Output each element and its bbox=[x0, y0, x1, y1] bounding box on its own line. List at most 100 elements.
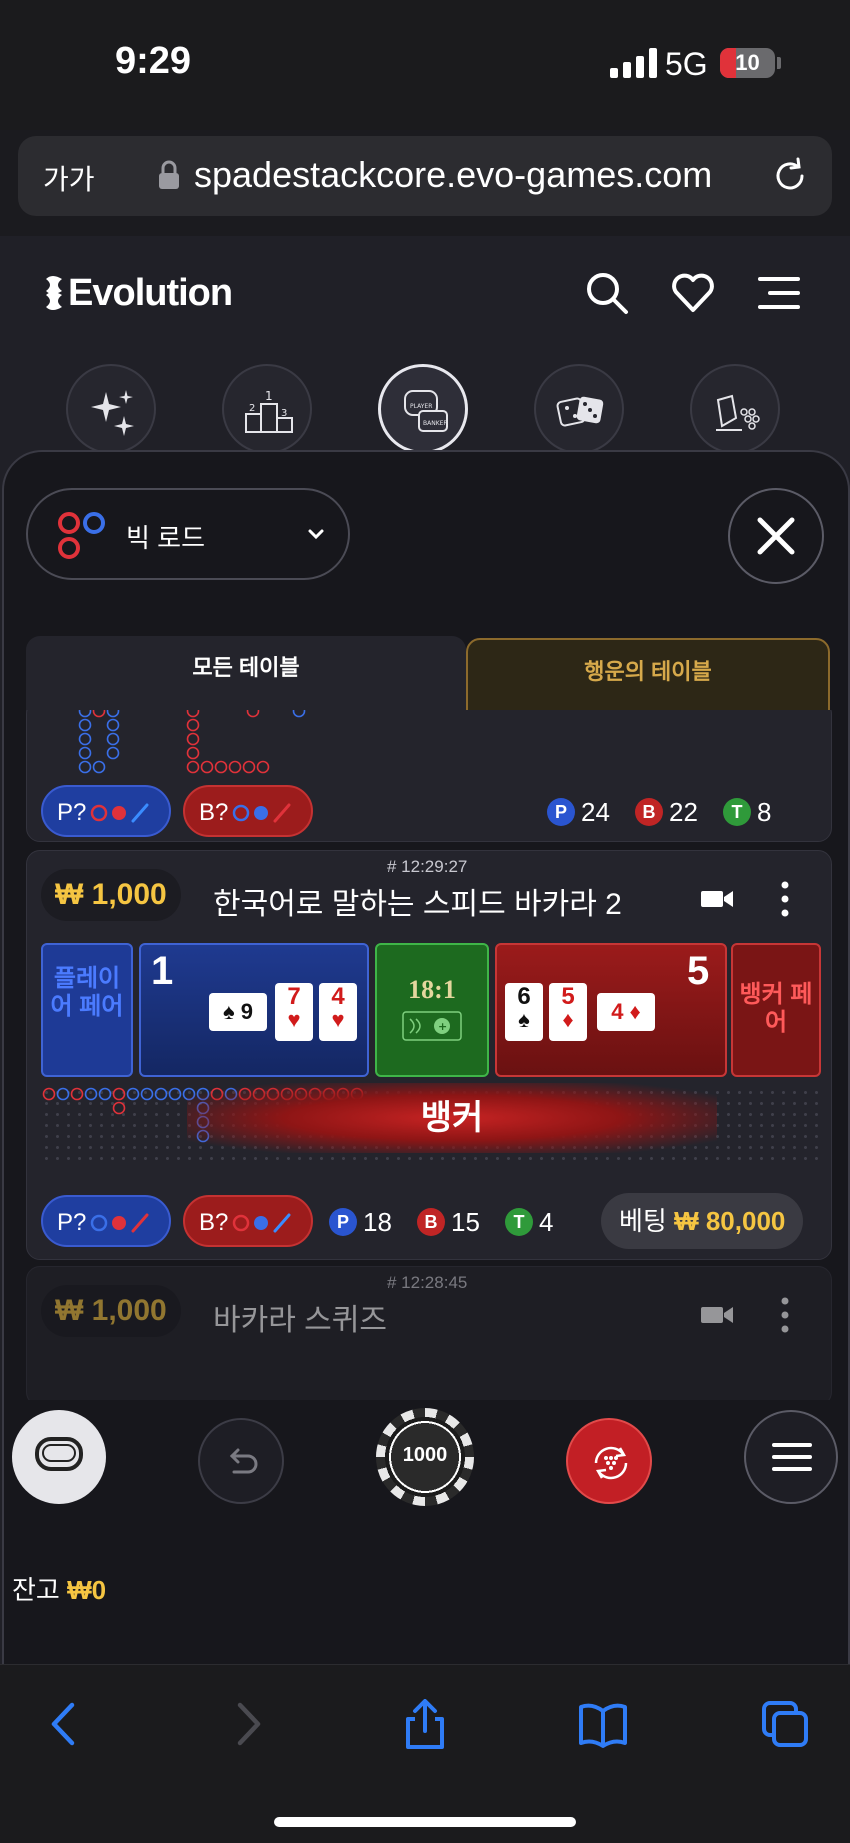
close-icon bbox=[757, 517, 795, 555]
round-id: # 12:29:27 bbox=[387, 857, 468, 876]
bookmarks-icon[interactable] bbox=[578, 1699, 628, 1749]
player-score: 1 bbox=[151, 949, 174, 993]
lobby-home-button[interactable] bbox=[12, 1410, 106, 1504]
tie-icon: + bbox=[402, 1011, 462, 1041]
address-bar[interactable]: 가가 spadestackcore.evo-games.com bbox=[18, 136, 832, 216]
svg-text:3: 3 bbox=[281, 408, 287, 419]
player-pair-predict-button[interactable]: P? bbox=[41, 1195, 171, 1247]
table-name: 한국어로 말하는 스피드 바카라 2 bbox=[213, 888, 622, 921]
tabs-icon[interactable] bbox=[760, 1699, 810, 1749]
signal-icon bbox=[610, 48, 657, 78]
big-road-icon bbox=[58, 512, 105, 559]
table-name: 바카라 스퀴즈 bbox=[213, 1304, 387, 1337]
search-icon[interactable] bbox=[584, 270, 630, 316]
round-result-banner: 뱅커 bbox=[187, 1083, 717, 1153]
home-indicator bbox=[274, 1817, 576, 1827]
table-card[interactable]: ₩ 1,000 # 12:28:45 바카라 스퀴즈 bbox=[26, 1266, 832, 1400]
banker-pair-predict-button[interactable]: B? bbox=[183, 1195, 313, 1247]
bet-total: 베팅 ₩ 80,000 bbox=[601, 1193, 804, 1249]
big-road-grid bbox=[78, 710, 306, 774]
tab-lucky-tables[interactable]: 행운의 테이블 bbox=[466, 638, 830, 714]
min-stake: ₩ 1,000 bbox=[41, 869, 181, 921]
heart-icon[interactable] bbox=[670, 270, 716, 316]
battery-icon: 10 bbox=[720, 48, 775, 78]
player-card: 4 ♥ bbox=[319, 983, 357, 1041]
category-baccarat[interactable]: PLAYER BANKER bbox=[378, 364, 468, 454]
player-card: 7 ♥ bbox=[275, 983, 313, 1041]
banker-bet[interactable]: 6 ♠ 5 ♦ 4 ♦ 5 bbox=[495, 943, 727, 1077]
predict-roads-icon bbox=[232, 803, 291, 823]
rebet-button[interactable] bbox=[566, 1418, 652, 1504]
banker-pair-predict-button[interactable]: B? bbox=[183, 785, 313, 837]
player-pair-predict-button[interactable]: P? bbox=[41, 785, 171, 837]
lock-icon bbox=[159, 160, 179, 189]
table-card[interactable]: P? B? P 24 B 22 T8 bbox=[26, 710, 832, 842]
roadmap-selector[interactable]: 빅 로드 bbox=[26, 488, 350, 580]
category-dice[interactable] bbox=[534, 364, 624, 454]
status-time: 9:29 bbox=[115, 40, 192, 82]
tie-bet[interactable]: 18:1 + bbox=[375, 943, 489, 1077]
rebet-icon bbox=[594, 1446, 628, 1480]
svg-text:2: 2 bbox=[249, 403, 255, 414]
hamburger-icon bbox=[772, 1443, 812, 1471]
podium-icon: 1 2 3 bbox=[245, 389, 293, 433]
predict-roads-icon bbox=[90, 803, 149, 823]
banker-card: 6 ♠ bbox=[505, 983, 543, 1041]
video-icon[interactable] bbox=[701, 889, 733, 909]
banker-card: 5 ♦ bbox=[549, 983, 587, 1041]
banker-win-count: B 15 bbox=[417, 1205, 480, 1238]
category-top-games[interactable]: 1 2 3 bbox=[222, 364, 312, 454]
category-top-picks[interactable] bbox=[66, 364, 156, 454]
table-card[interactable]: ₩ 1,000 # 12:29:27 한국어로 말하는 스피드 바카라 2 플레… bbox=[26, 850, 832, 1260]
undo-button[interactable] bbox=[198, 1418, 284, 1504]
banker-third-card: 4 ♦ bbox=[597, 993, 655, 1031]
table-list: P? B? P 24 B 22 T8 ₩ 1,000 # 12:29:27 한국어로… bbox=[26, 710, 832, 1400]
category-roulette[interactable] bbox=[690, 364, 780, 454]
brand-name: Evolution bbox=[68, 272, 233, 314]
sparkle-icon bbox=[91, 390, 134, 436]
player-bet[interactable]: 1 ♠ 9 7 ♥ 4 ♥ bbox=[139, 943, 369, 1077]
banker-win-count: B 22 bbox=[635, 795, 698, 828]
more-options-icon[interactable] bbox=[781, 881, 789, 917]
tie-count: T4 bbox=[505, 1205, 553, 1238]
video-icon[interactable] bbox=[701, 1305, 733, 1325]
tie-count: T8 bbox=[723, 795, 771, 828]
svg-text:BANKER: BANKER bbox=[423, 420, 448, 427]
roulette-icon bbox=[716, 394, 760, 431]
text-size-button[interactable]: 가가 bbox=[43, 158, 95, 198]
balance: 잔고 ₩0 bbox=[12, 1575, 107, 1605]
svg-text:PLAYER: PLAYER bbox=[410, 403, 432, 410]
svg-text:+: + bbox=[438, 1020, 447, 1033]
tie-payout: 18:1 bbox=[408, 975, 456, 1004]
svg-text:1: 1 bbox=[265, 389, 273, 403]
player-pair-bet[interactable]: 플레이어 페어 bbox=[41, 943, 133, 1077]
round-id: # 12:28:45 bbox=[387, 1273, 468, 1292]
banker-pair-bet[interactable]: 뱅커 페어 bbox=[731, 943, 821, 1077]
player-third-card: ♠ 9 bbox=[209, 993, 267, 1031]
undo-icon bbox=[229, 1448, 258, 1474]
status-bar: 9:29 5G 10 bbox=[0, 0, 850, 130]
forward-icon bbox=[237, 1702, 261, 1746]
predict-roads-icon bbox=[90, 1213, 149, 1233]
tab-all-tables[interactable]: 모든 테이블 bbox=[26, 636, 466, 712]
player-win-count: P 18 bbox=[329, 1205, 392, 1238]
predict-roads-icon bbox=[232, 1213, 291, 1233]
dice-icon bbox=[556, 396, 604, 427]
url-text[interactable]: spadestackcore.evo-games.com bbox=[194, 154, 712, 196]
player-win-count: P 24 bbox=[547, 795, 610, 828]
browser-toolbar bbox=[0, 1664, 850, 1843]
network-type: 5G bbox=[665, 46, 708, 82]
chip-value: 1000 bbox=[402, 1444, 448, 1466]
chip-selector[interactable]: 1000 bbox=[376, 1408, 474, 1506]
more-options-icon[interactable] bbox=[781, 1297, 789, 1333]
back-icon[interactable] bbox=[40, 1699, 90, 1749]
battery-level: 10 bbox=[735, 50, 760, 75]
close-button[interactable] bbox=[728, 488, 824, 584]
banker-score: 5 bbox=[687, 949, 710, 993]
game-menu-button[interactable] bbox=[744, 1410, 838, 1504]
min-stake: ₩ 1,000 bbox=[41, 1285, 181, 1337]
share-icon[interactable] bbox=[400, 1699, 450, 1749]
reload-icon[interactable] bbox=[768, 154, 812, 198]
roadmap-selector-label: 빅 로드 bbox=[126, 523, 205, 553]
menu-icon[interactable] bbox=[756, 270, 802, 316]
